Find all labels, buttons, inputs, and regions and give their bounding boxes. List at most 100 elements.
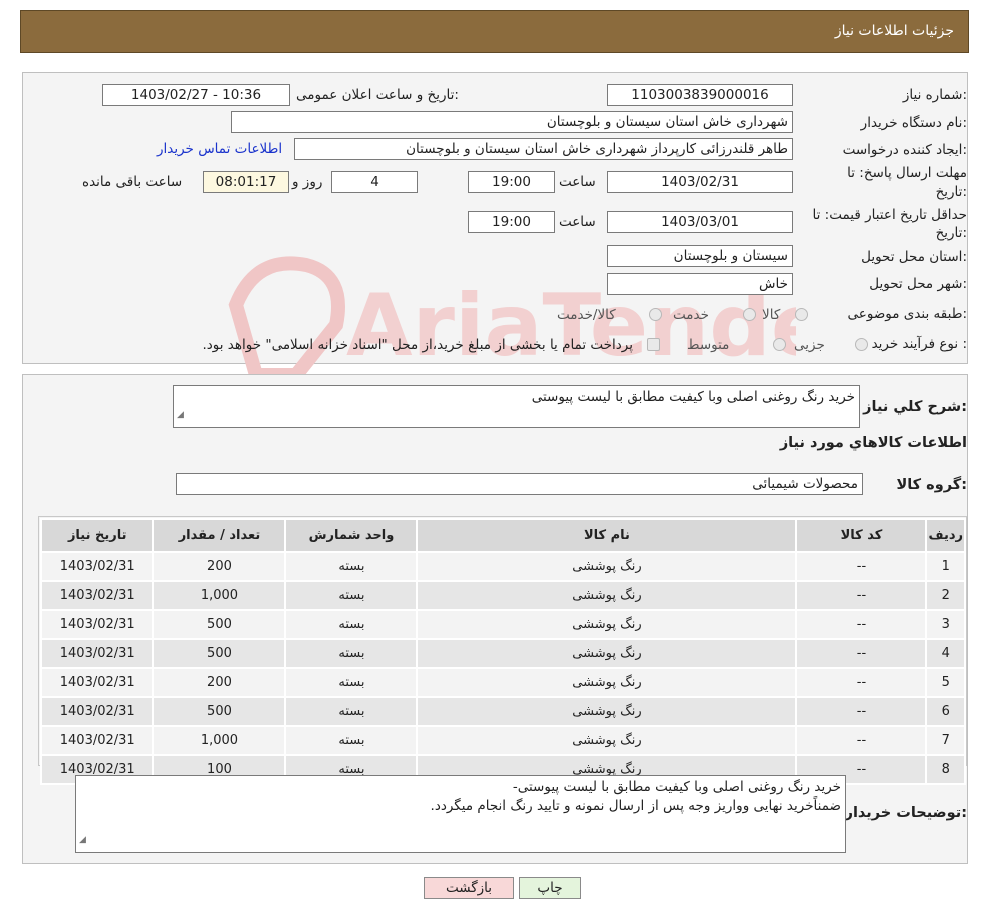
table-row: 6 -- رنگ پوششی بسته 500 1403/02/31 [39, 696, 966, 727]
col-name-header: نام کالا [416, 518, 798, 553]
category-label: طبقه بندی موضوعی: [847, 306, 967, 322]
city-field: خاش [607, 273, 793, 295]
cell-quantity: 1,000 [152, 580, 287, 611]
province-field: سیستان و بلوچستان [607, 245, 793, 267]
cell-item-code: -- [795, 551, 928, 582]
cell-need-date: 1403/02/31 [39, 551, 155, 582]
cell-item-name: رنگ پوششی [416, 609, 798, 640]
print-button[interactable]: چاپ [519, 877, 581, 899]
back-button[interactable]: بازگشت [424, 877, 514, 899]
need-info-panel: AriaTender.neT شماره نیاز: 1103003839000… [22, 72, 968, 382]
summary-text: خرید رنگ روغنی اصلی وبا کیفیت مطابق با ل… [531, 389, 855, 405]
process-medium-radio[interactable] [773, 338, 786, 351]
cell-item-name: رنگ پوششی [416, 725, 798, 756]
category-goods-label: کالا [762, 307, 781, 323]
buyer-notes-textarea[interactable]: خرید رنگ روغنی اصلی وبا کیفیت مطابق با ل… [75, 775, 846, 853]
reply-deadline-label: مهلت ارسال پاسخ: تا [847, 165, 967, 181]
resize-grip-icon[interactable]: ◢ [177, 406, 184, 425]
reply-time-field: 19:00 [468, 171, 555, 193]
cell-quantity: 200 [152, 667, 287, 698]
category-goods-service-label: کالا/خدمت [557, 307, 616, 323]
announce-field: 1403/02/27 - 10:36 [102, 84, 290, 106]
cell-row-number: 8 [925, 754, 966, 785]
cell-quantity: 500 [152, 696, 287, 727]
cell-row-number: 2 [925, 580, 966, 611]
table-row: 2 -- رنگ پوششی بسته 1,000 1403/02/31 [39, 580, 966, 611]
cell-row-number: 3 [925, 609, 966, 640]
items-table: ردیف کد کالا نام کالا واحد شمارش تعداد /… [39, 518, 966, 785]
process-minor-radio[interactable] [855, 338, 868, 351]
cell-item-code: -- [795, 580, 928, 611]
announce-label: تاریخ و ساعت اعلان عمومی: [296, 87, 459, 103]
page-title: جزئیات اطلاعات نیاز [834, 23, 954, 39]
days-remaining-field: 4 [331, 171, 418, 193]
table-row: 1 -- رنگ پوششی بسته 200 1403/02/31 [39, 551, 966, 582]
time-remaining-field: 08:01:17 [203, 171, 289, 193]
category-service-radio[interactable] [743, 308, 756, 321]
reply-time-label: ساعت [559, 174, 596, 190]
cell-row-number: 1 [925, 551, 966, 582]
cell-item-name: رنگ پوششی [416, 696, 798, 727]
cell-need-date: 1403/02/31 [39, 667, 155, 698]
goods-group-field: محصولات شیمیائی [176, 473, 863, 495]
need-number-field: 1103003839000016 [607, 84, 793, 106]
cell-need-date: 1403/02/31 [39, 609, 155, 640]
cell-item-code: -- [795, 725, 928, 756]
province-label: استان محل تحویل: [861, 249, 967, 265]
cell-need-date: 1403/02/31 [39, 580, 155, 611]
category-goods-service-radio[interactable] [649, 308, 662, 321]
creator-field: طاهر قلندرزائی کارپرداز شهرداری خاش استا… [294, 138, 793, 160]
category-service-label: خدمت [673, 307, 709, 323]
buyer-contact-link[interactable]: اطلاعات تماس خریدار [157, 141, 282, 157]
cell-unit: بسته [284, 696, 419, 727]
reply-deadline-label-2: تاریخ: [935, 184, 967, 200]
days-label: روز و [292, 174, 323, 190]
cell-unit: بسته [284, 638, 419, 669]
cell-row-number: 6 [925, 696, 966, 727]
cell-item-name: رنگ پوششی [416, 551, 798, 582]
cell-row-number: 7 [925, 725, 966, 756]
col-date-header: تاریخ نیاز [39, 518, 155, 553]
buyer-org-field: شهرداری خاش استان سیستان و بلوچستان [231, 111, 793, 133]
process-note: پرداخت تمام یا بخشی از مبلغ خرید،از محل … [202, 337, 633, 353]
resize-grip-icon[interactable]: ◢ [79, 831, 86, 850]
table-header-row: ردیف کد کالا نام کالا واحد شمارش تعداد /… [39, 518, 966, 553]
treasury-payment-checkbox[interactable] [647, 338, 660, 351]
cell-item-code: -- [795, 696, 928, 727]
cell-quantity: 500 [152, 638, 287, 669]
cell-item-name: رنگ پوششی [416, 580, 798, 611]
goods-group-label: گروه کالا: [896, 477, 967, 493]
price-validity-label: حداقل تاریخ اعتبار قیمت: تا [812, 207, 967, 223]
cell-quantity: 200 [152, 551, 287, 582]
table-row: 4 -- رنگ پوششی بسته 500 1403/02/31 [39, 638, 966, 669]
cell-item-code: -- [795, 667, 928, 698]
creator-label: ایجاد کننده درخواست: [842, 142, 967, 158]
summary-textarea[interactable]: خرید رنگ روغنی اصلی وبا کیفیت مطابق با ل… [173, 385, 860, 428]
cell-item-code: -- [795, 609, 928, 640]
table-row: 3 -- رنگ پوششی بسته 500 1403/02/31 [39, 609, 966, 640]
summary-label: شرح کلي نياز: [863, 399, 967, 415]
price-time-label: ساعت [559, 214, 596, 230]
cell-unit: بسته [284, 609, 419, 640]
price-time-field: 19:00 [468, 211, 555, 233]
col-code-header: کد کالا [795, 518, 928, 553]
col-qty-header: تعداد / مقدار [152, 518, 287, 553]
col-row-header: ردیف [925, 518, 966, 553]
cell-item-name: رنگ پوششی [416, 667, 798, 698]
col-unit-header: واحد شمارش [284, 518, 419, 553]
need-number-label: شماره نیاز: [902, 87, 967, 103]
buyer-notes-line-2: ضمناًخرید نهایی وواریز وجه پس از ارسال ن… [430, 798, 841, 814]
process-minor-label: جزیی [794, 337, 825, 353]
category-goods-radio[interactable] [795, 308, 808, 321]
goods-info-title: اطلاعات کالاهاي مورد نياز [779, 435, 967, 451]
cell-unit: بسته [284, 551, 419, 582]
cell-row-number: 5 [925, 667, 966, 698]
price-validity-label-2: تاریخ: [935, 225, 967, 241]
cell-need-date: 1403/02/31 [39, 696, 155, 727]
city-label: شهر محل تحویل: [869, 276, 967, 292]
buyer-org-label: نام دستگاه خریدار: [860, 115, 967, 131]
buyer-notes-label: توضیحات خریدار: [844, 805, 967, 821]
cell-need-date: 1403/02/31 [39, 725, 155, 756]
buyer-notes-line-1: خرید رنگ روغنی اصلی وبا کیفیت مطابق با ل… [512, 779, 841, 795]
process-medium-label: متوسط [687, 337, 730, 353]
